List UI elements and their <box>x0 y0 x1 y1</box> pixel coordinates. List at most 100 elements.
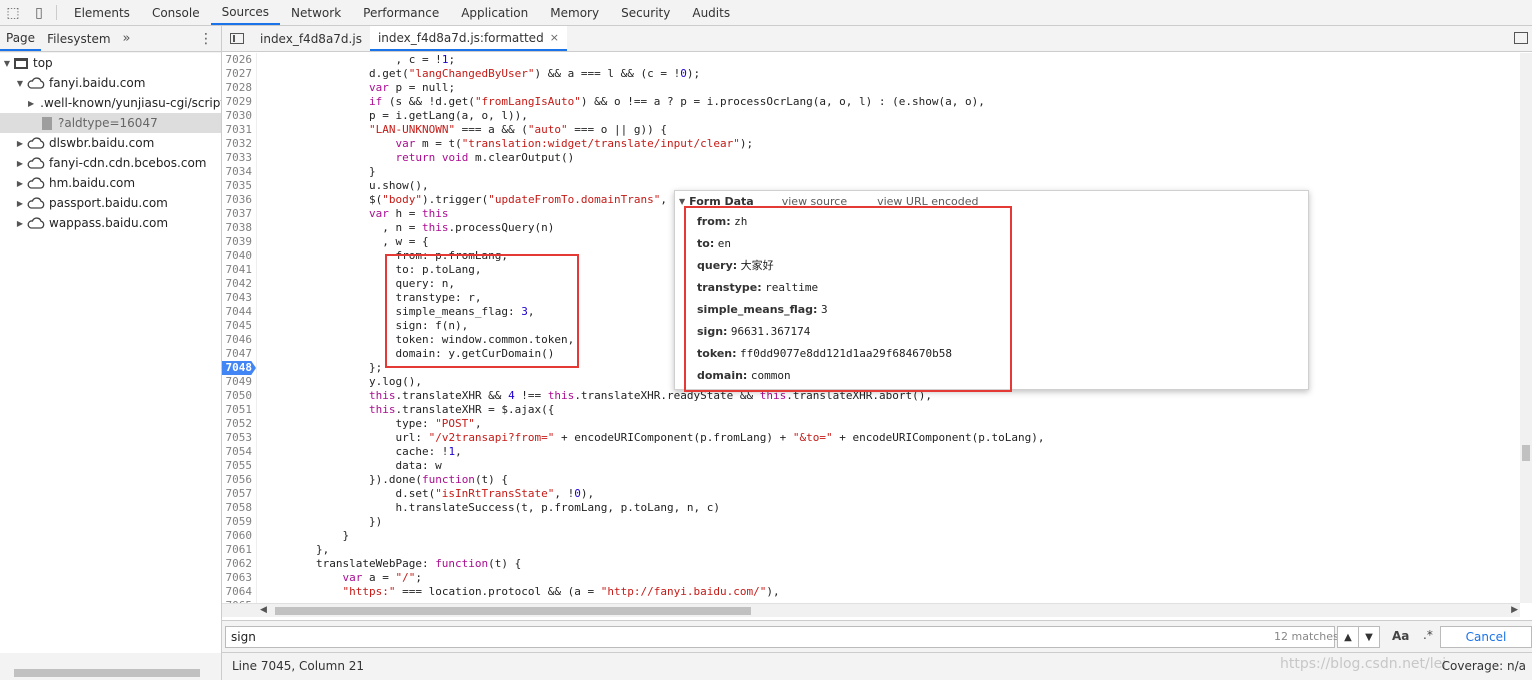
line-number[interactable]: 7030 <box>222 109 256 123</box>
line-number[interactable]: 7047 <box>222 347 256 361</box>
collapsed-triangle-icon[interactable]: ▶ <box>15 179 25 188</box>
code-line[interactable]: 7055 data: w <box>222 459 1520 473</box>
tab-audits[interactable]: Audits <box>681 0 741 25</box>
line-number[interactable]: 7057 <box>222 487 256 501</box>
code-line[interactable]: 7028 var p = null; <box>222 81 1520 95</box>
line-number[interactable]: 7056 <box>222 473 256 487</box>
tree-item[interactable]: ▼ top <box>0 53 221 73</box>
line-number[interactable]: 7058 <box>222 501 256 515</box>
line-number[interactable]: 7063 <box>222 571 256 585</box>
line-number[interactable]: 7046 <box>222 333 256 347</box>
code-line[interactable]: 7027 d.get("langChangedByUser") && a ===… <box>222 67 1520 81</box>
scroll-left-icon[interactable]: ◀ <box>260 605 267 615</box>
line-number[interactable]: 7055 <box>222 459 256 473</box>
code-line[interactable]: 7052 type: "POST", <box>222 417 1520 431</box>
tree-item[interactable]: ▶ fanyi-cdn.cdn.bcebos.com <box>0 153 221 173</box>
line-number[interactable]: 7064 <box>222 585 256 599</box>
code-line[interactable]: 7051 this.translateXHR = $.ajax({ <box>222 403 1520 417</box>
tab-sources[interactable]: Sources <box>210 0 281 25</box>
tree-item[interactable]: ▶ wappass.baidu.com <box>0 213 221 233</box>
code-line[interactable]: 7029 if (s && !d.get("fromLangIsAuto") &… <box>222 95 1520 109</box>
collapsed-triangle-icon[interactable]: ▶ <box>15 199 25 208</box>
expanded-triangle-icon[interactable]: ▼ <box>2 59 12 68</box>
collapsed-triangle-icon[interactable]: ▶ <box>28 99 34 108</box>
toggle-navigator-icon[interactable] <box>222 26 252 51</box>
tab-security[interactable]: Security <box>610 0 681 25</box>
code-line[interactable]: 7026 , c = !1; <box>222 53 1520 67</box>
line-number[interactable]: 7026 <box>222 53 256 67</box>
code-line[interactable]: 7032 var m = t("translation:widget/trans… <box>222 137 1520 151</box>
sidebar-horizontal-scrollbar[interactable] <box>0 666 221 680</box>
cancel-button[interactable]: Cancel <box>1440 626 1532 648</box>
toggle-debugger-icon[interactable] <box>1514 32 1528 44</box>
regex-button[interactable]: .* <box>1423 628 1433 642</box>
tab-memory[interactable]: Memory <box>539 0 610 25</box>
tab-application[interactable]: Application <box>450 0 539 25</box>
previous-match-button[interactable]: ▲ <box>1338 627 1358 647</box>
line-number[interactable]: 7052 <box>222 417 256 431</box>
tab-network[interactable]: Network <box>280 0 352 25</box>
collapsed-triangle-icon[interactable]: ▶ <box>15 219 25 228</box>
code-line[interactable]: 7061 }, <box>222 543 1520 557</box>
expanded-triangle-icon[interactable]: ▼ <box>15 79 25 88</box>
line-number[interactable]: 7062 <box>222 557 256 571</box>
device-toolbar-icon[interactable]: ▯ <box>26 0 52 25</box>
code-line[interactable]: 7053 url: "/v2transapi?from=" + encodeUR… <box>222 431 1520 445</box>
code-line[interactable]: 7033 return void m.clearOutput() <box>222 151 1520 165</box>
line-number[interactable]: 7040 <box>222 249 256 263</box>
kebab-menu-icon[interactable]: ⋮ <box>199 31 213 47</box>
line-number[interactable]: 7051 <box>222 403 256 417</box>
line-number[interactable]: 7039 <box>222 235 256 249</box>
tree-item[interactable]: ?aldtype=16047 <box>0 113 221 133</box>
line-number[interactable]: 7053 <box>222 431 256 445</box>
tab-index-js[interactable]: index_f4d8a7d.js <box>252 26 370 51</box>
code-line[interactable]: 7034 } <box>222 165 1520 179</box>
tree-item[interactable]: ▶ dlswbr.baidu.com <box>0 133 221 153</box>
tab-filesystem[interactable]: Filesystem <box>41 26 116 51</box>
inspect-element-icon[interactable]: ⬚ <box>0 0 26 25</box>
line-number[interactable]: 7050 <box>222 389 256 403</box>
code-line[interactable]: 7056 }).done(function(t) { <box>222 473 1520 487</box>
editor-vertical-scroll-thumb[interactable] <box>1522 445 1530 461</box>
line-number[interactable]: 7045 <box>222 319 256 333</box>
line-number[interactable]: 7027 <box>222 67 256 81</box>
close-tab-icon[interactable]: × <box>550 31 559 44</box>
tab-console[interactable]: Console <box>141 0 211 25</box>
line-number[interactable]: 7035 <box>222 179 256 193</box>
line-number[interactable]: 7041 <box>222 263 256 277</box>
line-number[interactable]: 7060 <box>222 529 256 543</box>
match-case-button[interactable]: Aa <box>1392 629 1409 643</box>
editor-horizontal-scrollbar[interactable]: ◀ ▶ <box>222 603 1520 617</box>
collapse-triangle-icon[interactable]: ▼ <box>679 197 685 206</box>
search-input[interactable]: sign <box>225 626 1335 648</box>
line-number[interactable]: 7061 <box>222 543 256 557</box>
line-number[interactable]: 7036 <box>222 193 256 207</box>
breakpoint-line-number[interactable]: 7048 <box>222 361 256 375</box>
code-line[interactable]: 7059 }) <box>222 515 1520 529</box>
collapsed-triangle-icon[interactable]: ▶ <box>15 159 25 168</box>
code-line[interactable]: 7054 cache: !1, <box>222 445 1520 459</box>
line-number[interactable]: 7034 <box>222 165 256 179</box>
code-line[interactable]: 7057 d.set("isInRtTransState", !0), <box>222 487 1520 501</box>
code-line[interactable]: 7030 p = i.getLang(a, o, l)), <box>222 109 1520 123</box>
more-tabs-icon[interactable]: » <box>117 26 137 51</box>
tab-page[interactable]: Page <box>0 26 42 51</box>
tree-item[interactable]: ▶ .well-known/yunjiasu-cgi/script <box>0 93 221 113</box>
line-number[interactable]: 7033 <box>222 151 256 165</box>
line-number[interactable]: 7032 <box>222 137 256 151</box>
tree-item[interactable]: ▼ fanyi.baidu.com <box>0 73 221 93</box>
scroll-right-icon[interactable]: ▶ <box>1511 605 1518 615</box>
tab-elements[interactable]: Elements <box>63 0 141 25</box>
tab-index-js-formatted[interactable]: index_f4d8a7d.js:formatted × <box>369 26 567 51</box>
line-number[interactable]: 7059 <box>222 515 256 529</box>
line-number[interactable]: 7028 <box>222 81 256 95</box>
collapsed-triangle-icon[interactable]: ▶ <box>15 139 25 148</box>
line-number[interactable]: 7029 <box>222 95 256 109</box>
code-line[interactable]: 7058 h.translateSuccess(t, p.fromLang, p… <box>222 501 1520 515</box>
code-line[interactable]: 7064 "https:" === location.protocol && (… <box>222 585 1520 599</box>
next-match-button[interactable]: ▼ <box>1358 627 1379 647</box>
tree-item[interactable]: ▶ hm.baidu.com <box>0 173 221 193</box>
editor-vertical-scrollbar[interactable] <box>1520 53 1532 603</box>
line-number[interactable]: 7042 <box>222 277 256 291</box>
tree-item[interactable]: ▶ passport.baidu.com <box>0 193 221 213</box>
